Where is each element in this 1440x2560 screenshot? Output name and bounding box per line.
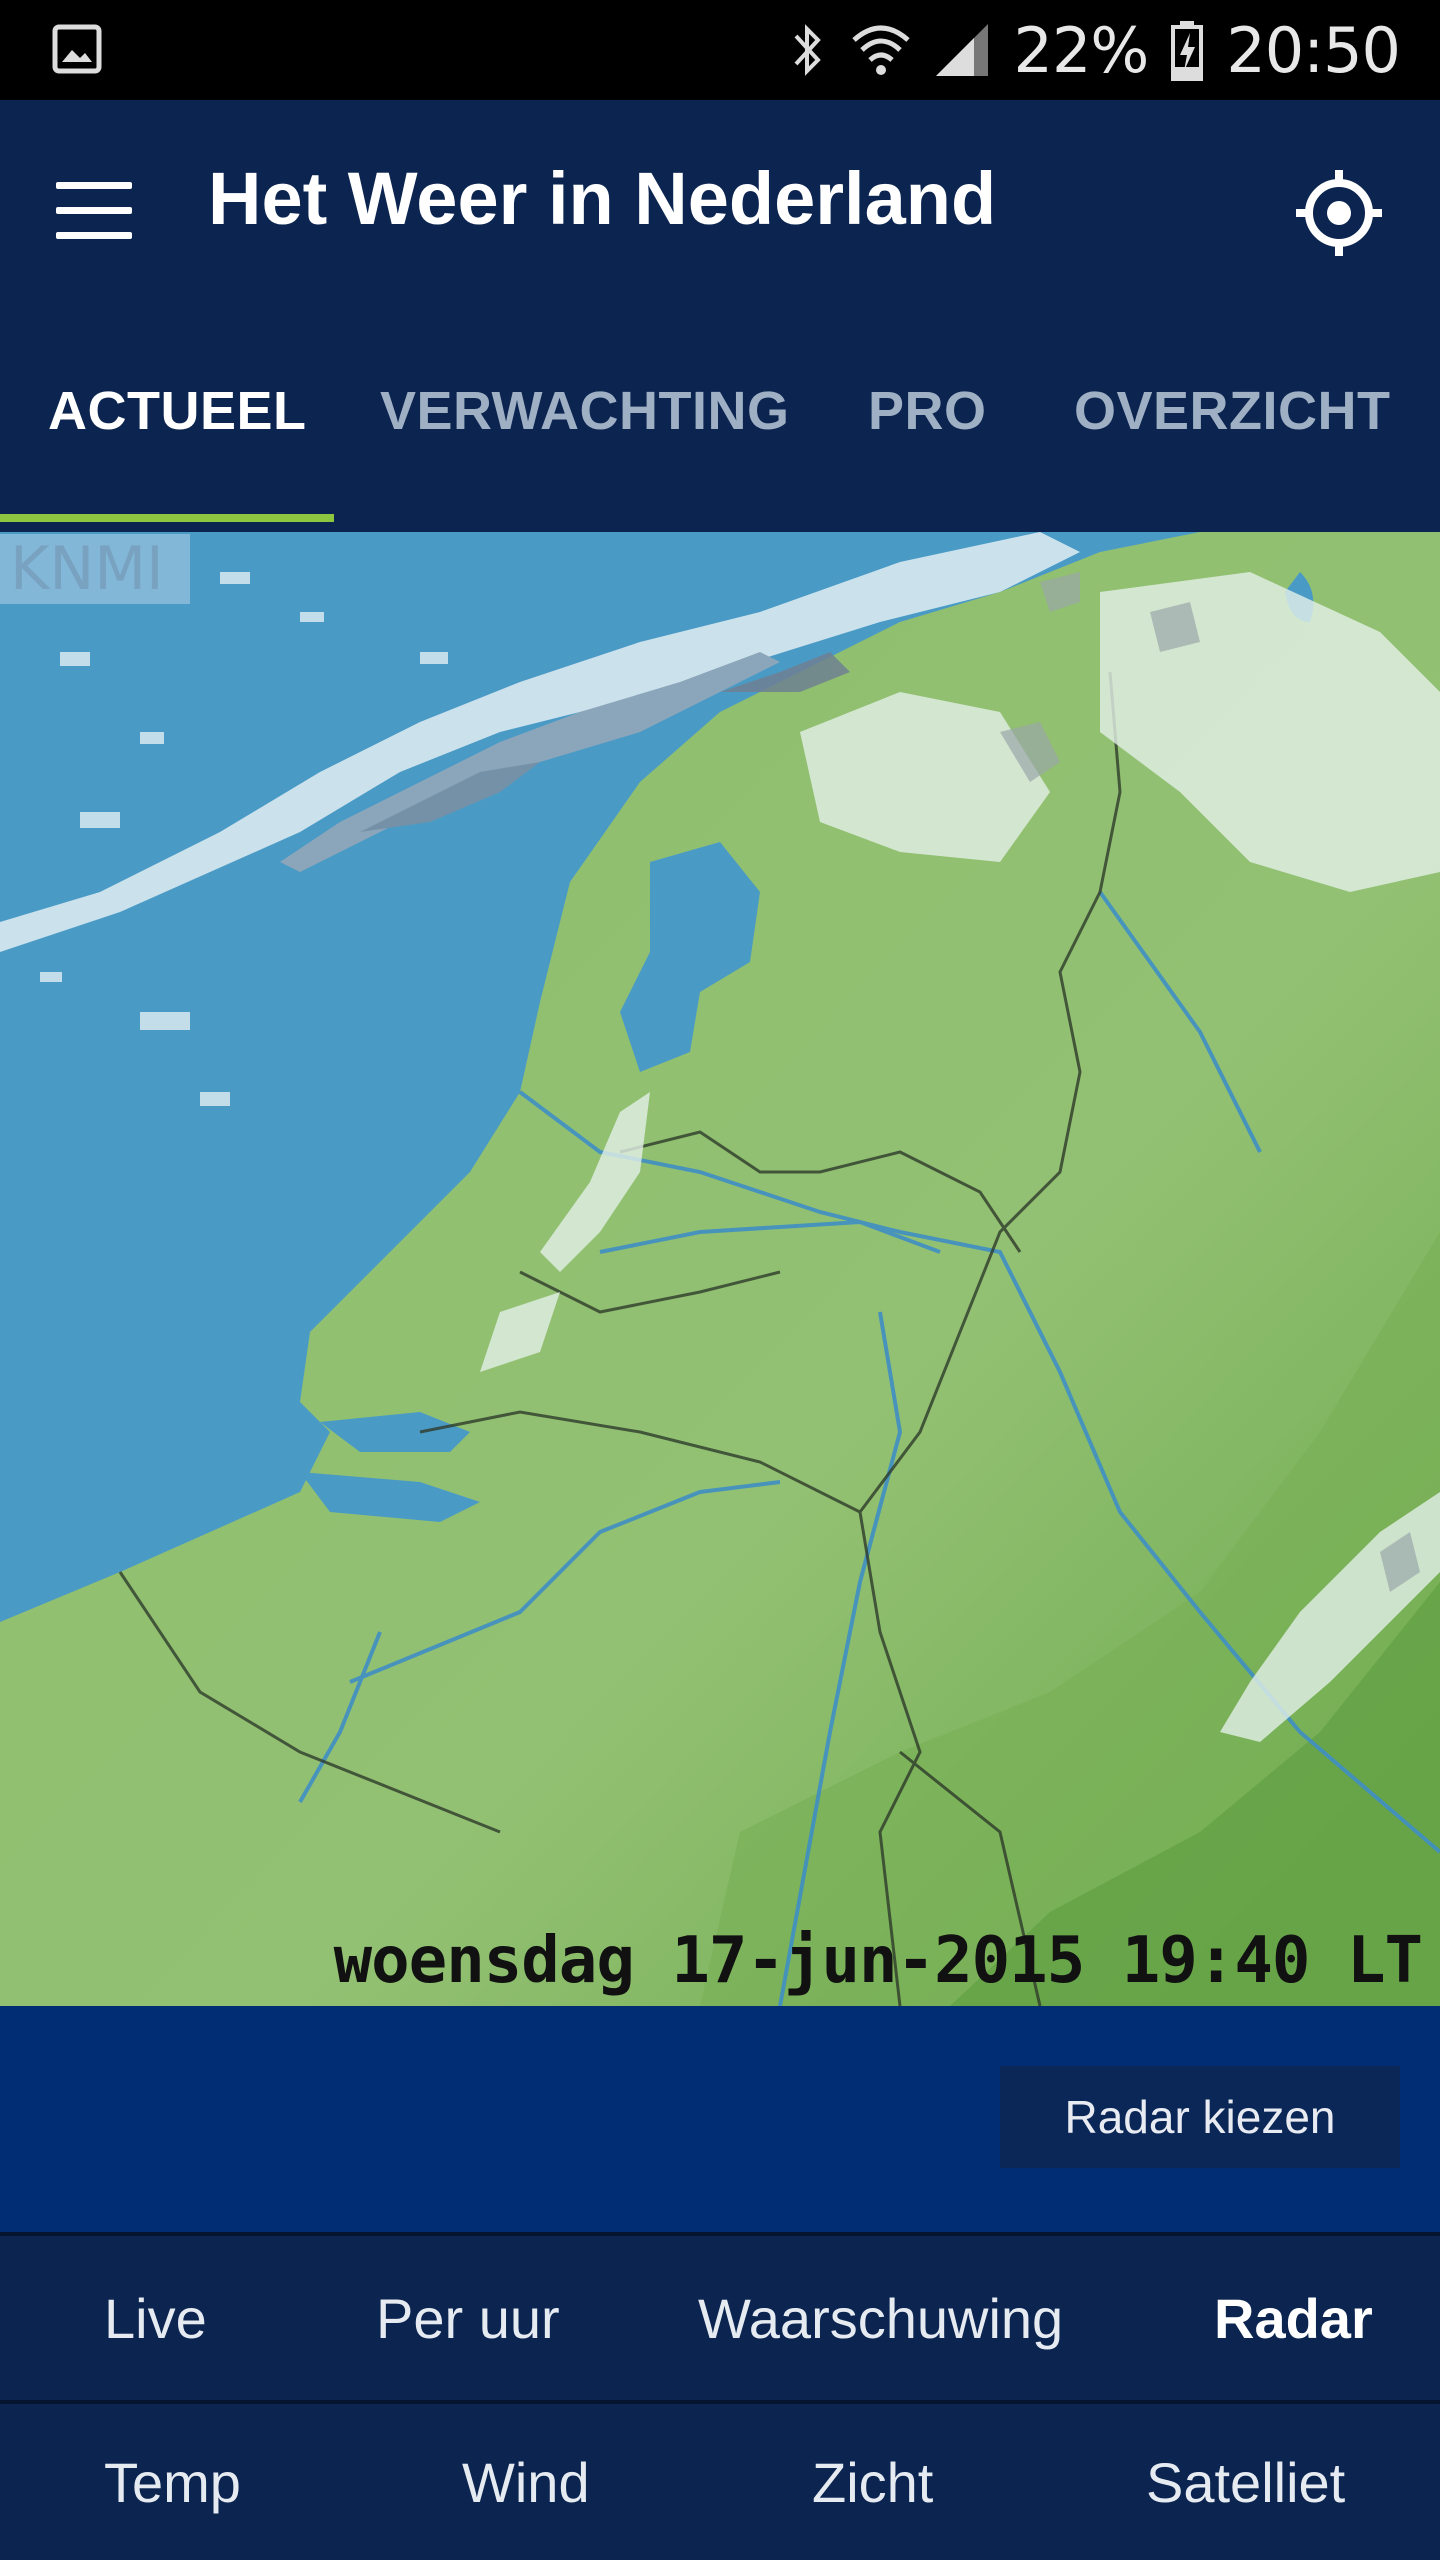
- clock: 20:50: [1226, 13, 1401, 87]
- nav-waarschuwing[interactable]: Waarschuwing: [698, 2286, 1063, 2351]
- app-bar: Het Weer in Nederland: [0, 100, 1440, 320]
- tab-overzicht[interactable]: OVERZICHT: [1074, 380, 1391, 442]
- status-bar: 22% 20:50: [0, 0, 1440, 100]
- tab-actueel[interactable]: ACTUEEL: [48, 380, 307, 442]
- nav-wind[interactable]: Wind: [462, 2450, 590, 2515]
- wifi-icon: [850, 20, 912, 80]
- nav-satelliet[interactable]: Satelliet: [1146, 2450, 1345, 2515]
- gallery-icon: [52, 24, 102, 74]
- nav-per-uur[interactable]: Per uur: [376, 2286, 560, 2351]
- tab-verwachting[interactable]: VERWACHTING: [380, 380, 790, 442]
- signal-icon: [934, 20, 992, 80]
- active-tab-indicator: [0, 514, 334, 522]
- battery-percentage: 22%: [1013, 13, 1150, 87]
- bottom-nav-row-1: Live Per uur Waarschuwing Radar: [0, 2236, 1440, 2400]
- radar-timestamp: woensdag 17-jun-2015 19:40 LT: [333, 1924, 1423, 1998]
- tab-bar: ACTUEEL VERWACHTING PRO OVERZICHT: [0, 320, 1440, 532]
- nav-temp[interactable]: Temp: [104, 2450, 241, 2515]
- gps-locate-icon[interactable]: [1294, 168, 1384, 258]
- nav-zicht[interactable]: Zicht: [812, 2450, 933, 2515]
- radar-select-button[interactable]: Radar kiezen: [1000, 2066, 1400, 2168]
- radar-map-image: [0, 532, 1440, 2006]
- map-action-area: Radar kiezen: [0, 2006, 1440, 2232]
- battery-icon: [1170, 20, 1204, 81]
- hamburger-menu-icon[interactable]: [56, 182, 134, 242]
- tab-pro[interactable]: PRO: [868, 380, 987, 442]
- app-title: Het Weer in Nederland: [208, 157, 997, 240]
- nav-live[interactable]: Live: [104, 2286, 207, 2351]
- knmi-watermark: KNMI: [0, 534, 190, 604]
- bluetooth-icon: [788, 20, 828, 80]
- bottom-nav-row-2: Temp Wind Zicht Satelliet: [0, 2404, 1440, 2560]
- radar-map[interactable]: KNMI woensdag 17-jun-2015 19:40 LT: [0, 532, 1440, 2006]
- nav-radar[interactable]: Radar: [1214, 2286, 1373, 2351]
